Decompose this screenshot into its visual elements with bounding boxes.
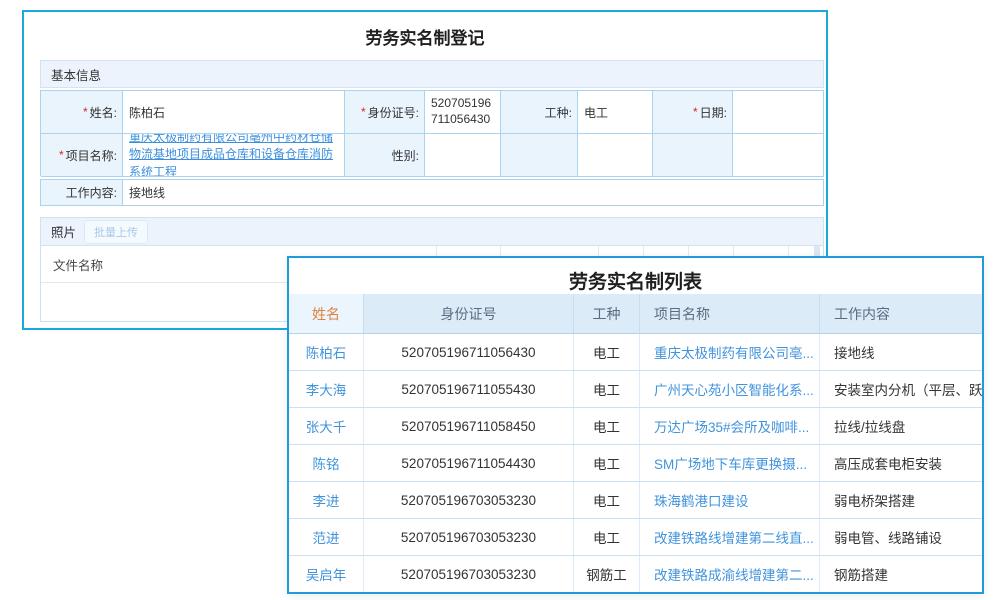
cell-content: 高压成套电柜安装	[820, 445, 982, 481]
cell-content: 接地线	[820, 334, 982, 370]
cell-work_type: 电工	[574, 445, 640, 481]
work-type-label: 工种:	[501, 91, 578, 134]
name-label: * 姓名:	[41, 91, 123, 134]
cell-name[interactable]: 范进	[289, 519, 364, 555]
cell-content: 安装室内分机（平层、跃...	[820, 371, 982, 407]
cell-name[interactable]: 陈铭	[289, 445, 364, 481]
cell-name[interactable]: 吴启年	[289, 556, 364, 592]
gender-label: 性别:	[345, 134, 425, 177]
cell-id_no: 520705196703053230	[364, 519, 574, 555]
cell-content: 钢筋搭建	[820, 556, 982, 592]
id-number-field[interactable]: 520705196711056430	[425, 91, 501, 134]
date-field[interactable]	[733, 91, 824, 134]
basic-info-form: * 姓名: 陈柏石 * 身份证号: 520705196711056430 工种:…	[40, 90, 824, 176]
cell-work_type: 电工	[574, 482, 640, 518]
register-title: 劳务实名制登记	[24, 24, 826, 49]
id-number-label: * 身份证号:	[345, 91, 425, 134]
table-row: 范进520705196703053230电工改建铁路线增建第二线直...弱电管、…	[289, 519, 982, 556]
empty-label-cell	[653, 134, 733, 177]
required-marker: *	[59, 148, 64, 162]
cell-name[interactable]: 陈柏石	[289, 334, 364, 370]
cell-id_no: 520705196703053230	[364, 556, 574, 592]
cell-content: 弱电管、线路铺设	[820, 519, 982, 555]
empty-value-cell	[733, 134, 824, 177]
list-title: 劳务实名制列表	[289, 267, 982, 294]
column-header-4[interactable]: 工作内容	[820, 294, 982, 333]
cell-name[interactable]: 张大千	[289, 408, 364, 444]
cell-project[interactable]: 珠海鹤港口建设	[640, 482, 820, 518]
cell-content: 弱电桥架搭建	[820, 482, 982, 518]
cell-project[interactable]: 改建铁路成渝线增建第二...	[640, 556, 820, 592]
cell-project[interactable]: 重庆太极制药有限公司亳...	[640, 334, 820, 370]
column-header-3[interactable]: 项目名称	[640, 294, 820, 333]
cell-project[interactable]: 万达广场35#会所及咖啡...	[640, 408, 820, 444]
photo-section-header: 照片 批量上传	[41, 218, 823, 246]
basic-info-title: 基本信息	[51, 65, 101, 84]
table-row: 陈柏石520705196711056430电工重庆太极制药有限公司亳...接地线	[289, 334, 982, 371]
cell-id_no: 520705196711055430	[364, 371, 574, 407]
work-content-label: 工作内容:	[41, 180, 123, 205]
table-row: 陈铭520705196711054430电工SM广场地下车库更换摄...高压成套…	[289, 445, 982, 482]
cell-id_no: 520705196711058450	[364, 408, 574, 444]
cell-id_no: 520705196711054430	[364, 445, 574, 481]
file-name-header: 文件名称	[53, 255, 103, 274]
required-marker: *	[693, 105, 698, 119]
table-row: 吴启年520705196703053230钢筋工改建铁路成渝线增建第二...钢筋…	[289, 556, 982, 592]
project-name-label: * 项目名称:	[41, 134, 123, 177]
project-link[interactable]: 重庆太极制药有限公司亳州中药材仓储物流基地项目成品仓库和设备仓库消防系统工程	[129, 134, 340, 177]
cell-project[interactable]: 广州天心苑小区智能化系...	[640, 371, 820, 407]
column-header-1[interactable]: 身份证号	[364, 294, 574, 333]
cell-project[interactable]: 改建铁路线增建第二线直...	[640, 519, 820, 555]
column-header-0[interactable]: 姓名	[289, 294, 364, 333]
list-panel: 劳务实名制列表 姓名身份证号工种项目名称工作内容 陈柏石520705196711…	[287, 256, 984, 594]
table-row: 李进520705196703053230电工珠海鹤港口建设弱电桥架搭建	[289, 482, 982, 519]
empty-value-cell	[578, 134, 653, 177]
work-type-field[interactable]: 电工	[578, 91, 653, 134]
work-content-field[interactable]: 接地线	[123, 180, 823, 205]
cell-id_no: 520705196711056430	[364, 334, 574, 370]
work-content-row: 工作内容: 接地线	[40, 179, 824, 206]
gender-field[interactable]	[425, 134, 501, 177]
list-table: 姓名身份证号工种项目名称工作内容 陈柏石520705196711056430电工…	[289, 294, 982, 592]
photo-title: 照片	[51, 222, 76, 241]
cell-work_type: 电工	[574, 408, 640, 444]
project-name-field[interactable]: 重庆太极制药有限公司亳州中药材仓储物流基地项目成品仓库和设备仓库消防系统工程	[123, 134, 345, 177]
cell-name[interactable]: 李大海	[289, 371, 364, 407]
batch-upload-button[interactable]: 批量上传	[84, 220, 148, 244]
cell-project[interactable]: SM广场地下车库更换摄...	[640, 445, 820, 481]
cell-name[interactable]: 李进	[289, 482, 364, 518]
empty-label-cell	[501, 134, 578, 177]
list-table-header-row: 姓名身份证号工种项目名称工作内容	[289, 294, 982, 334]
screen: 劳务实名制登记 基本信息 * 姓名: 陈柏石 * 身份证号: 520705196…	[0, 0, 1000, 600]
name-field[interactable]: 陈柏石	[123, 91, 345, 134]
cell-content: 拉线/拉线盘	[820, 408, 982, 444]
table-row: 张大千520705196711058450电工万达广场35#会所及咖啡...拉线…	[289, 408, 982, 445]
cell-work_type: 钢筋工	[574, 556, 640, 592]
date-label: * 日期:	[653, 91, 733, 134]
table-row: 李大海520705196711055430电工广州天心苑小区智能化系...安装室…	[289, 371, 982, 408]
required-marker: *	[361, 105, 366, 119]
cell-id_no: 520705196703053230	[364, 482, 574, 518]
cell-work_type: 电工	[574, 519, 640, 555]
cell-work_type: 电工	[574, 371, 640, 407]
required-marker: *	[83, 105, 88, 119]
cell-work_type: 电工	[574, 334, 640, 370]
column-header-2[interactable]: 工种	[574, 294, 640, 333]
basic-info-section-header: 基本信息	[40, 60, 824, 88]
